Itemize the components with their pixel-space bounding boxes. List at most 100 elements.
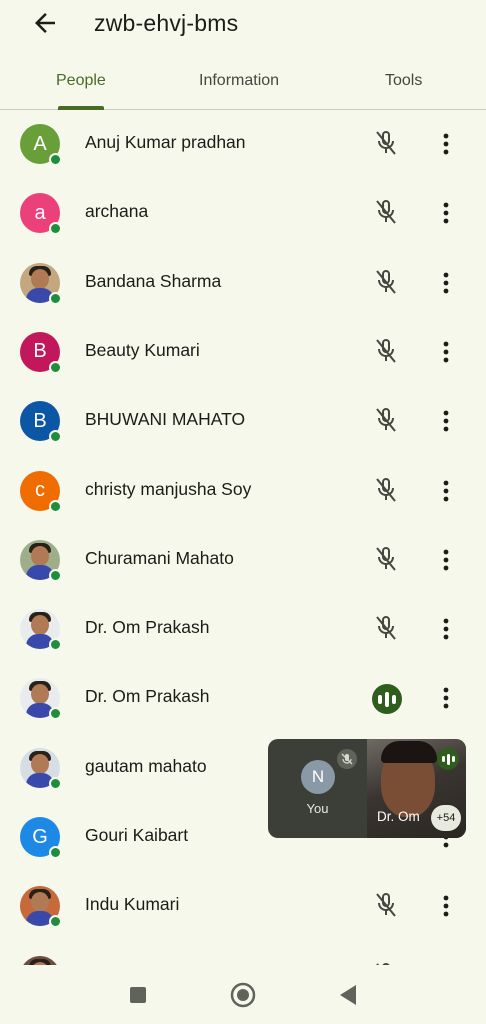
remote-speaking-icon — [437, 748, 459, 770]
triangle-back-icon — [340, 985, 356, 1005]
mic-off-icon — [373, 545, 399, 573]
avatar-initial: B — [33, 409, 47, 432]
participant-name: archana — [85, 201, 149, 222]
avatar-container: A — [20, 124, 62, 166]
back-button[interactable] — [30, 8, 60, 38]
participant-row[interactable]: B BHUWANI MAHATO — [0, 387, 486, 456]
home-button[interactable] — [230, 982, 256, 1013]
mic-off-icon — [373, 891, 399, 919]
remote-video-hair — [381, 741, 437, 763]
more-vert-icon — [443, 618, 449, 640]
avatar-photo-face — [31, 753, 49, 774]
self-label: You — [306, 801, 329, 816]
participant-row[interactable]: Bandana Sharma — [0, 249, 486, 318]
participant-name: Beauty Kumari — [85, 339, 200, 360]
participant-name: gautam mahato — [85, 755, 207, 776]
participant-name: Gouri Kaibart — [85, 825, 189, 845]
more-vert-icon — [443, 133, 449, 155]
online-status-dot — [49, 222, 62, 236]
more-options-button[interactable] — [436, 131, 456, 157]
tab-tools[interactable]: Tools — [385, 72, 422, 90]
avatar-container — [20, 886, 62, 929]
top-app-bar: zwb-ehvj-bms — [0, 0, 486, 50]
participant-row[interactable]: A Anuj Kumar pradhan — [0, 110, 486, 179]
online-status-dot — [49, 915, 62, 929]
avatar-photo-face — [31, 545, 49, 566]
more-options-button[interactable] — [436, 616, 456, 642]
nav-back-button[interactable] — [338, 984, 358, 1011]
more-vert-icon — [443, 410, 449, 432]
more-vert-icon — [443, 202, 449, 224]
online-status-dot — [49, 360, 62, 374]
more-options-button[interactable] — [436, 893, 456, 919]
avatar-photo-face — [31, 615, 49, 636]
self-tile[interactable]: N You — [268, 739, 367, 838]
remote-video-tile[interactable]: Dr. Om +54 — [367, 739, 466, 838]
online-status-dot — [49, 153, 62, 166]
avatar-initial: c — [35, 479, 45, 501]
online-status-dot — [49, 499, 62, 513]
participant-row[interactable] — [0, 942, 486, 965]
mic-off-icon — [373, 406, 399, 434]
speaking-indicator-icon — [372, 684, 402, 715]
participant-row[interactable]: Dr. Om Prakash — [0, 595, 486, 664]
participant-name: BHUWANI MAHATO — [85, 409, 246, 430]
tab-bar: People Information Tools — [0, 62, 486, 110]
mic-off-icon — [373, 614, 399, 642]
avatar-container — [20, 955, 60, 965]
mic-off-icon — [373, 268, 399, 296]
participant-row[interactable]: a archana — [0, 179, 486, 248]
more-options-button[interactable] — [436, 408, 456, 434]
more-vert-icon — [443, 895, 449, 917]
more-options-button[interactable] — [436, 270, 456, 296]
avatar-container: G — [20, 817, 62, 859]
more-options-button[interactable] — [436, 685, 456, 711]
self-avatar: N — [301, 760, 335, 794]
online-status-dot — [49, 776, 62, 790]
more-options-button[interactable] — [436, 478, 456, 504]
mic-off-icon — [373, 337, 399, 365]
system-navigation-bar — [0, 965, 486, 1024]
tab-information[interactable]: Information — [199, 72, 279, 90]
more-vert-icon — [443, 341, 449, 363]
participant-name: Anuj Kumar pradhan — [85, 132, 246, 152]
more-vert-icon — [443, 687, 449, 709]
mic-off-icon — [373, 198, 399, 226]
participant-row[interactable]: Indu Kumari — [0, 872, 486, 941]
participant-name: Indu Kumari — [85, 894, 180, 915]
tab-people[interactable]: People — [56, 72, 106, 90]
participant-row[interactable]: Dr. Om Prakash — [0, 664, 486, 733]
avatar-container — [20, 609, 62, 652]
meeting-code-title: zwb-ehvj-bms — [94, 10, 239, 36]
avatar-initial: B — [33, 340, 47, 363]
avatar-container: a — [20, 193, 62, 236]
more-vert-icon — [443, 272, 449, 293]
arrow-back-icon — [35, 13, 55, 33]
participant-name: christy manjusha Soy — [85, 478, 252, 499]
online-status-dot — [49, 430, 62, 444]
participant-name: Dr. Om Prakash — [85, 686, 210, 707]
participant-row[interactable]: B Beauty Kumari — [0, 318, 486, 387]
participant-row[interactable]: Churamani Mahato — [0, 526, 486, 595]
mic-off-icon — [373, 476, 399, 504]
others-count-badge: +54 — [431, 805, 461, 831]
more-options-button[interactable] — [436, 200, 456, 226]
picture-in-picture-preview[interactable]: N You Dr. Om +54 — [268, 739, 466, 838]
more-options-button[interactable] — [436, 547, 456, 573]
avatar-photo-face — [31, 268, 49, 289]
participant-row[interactable]: c christy manjusha Soy — [0, 457, 486, 526]
more-options-button[interactable] — [436, 339, 456, 365]
self-mic-off-icon — [337, 749, 357, 769]
avatar — [20, 955, 60, 965]
avatar-photo-face — [31, 892, 49, 913]
online-status-dot — [49, 568, 62, 582]
avatar-container — [20, 747, 62, 790]
avatar-photo-face — [31, 684, 49, 705]
participant-name: Churamani Mahato — [85, 547, 234, 568]
avatar-container — [20, 678, 62, 721]
avatar-container: B — [20, 401, 62, 444]
recents-button[interactable] — [129, 986, 147, 1009]
avatar-container: c — [20, 470, 62, 513]
more-vert-icon — [443, 480, 449, 501]
online-status-dot — [49, 846, 62, 859]
